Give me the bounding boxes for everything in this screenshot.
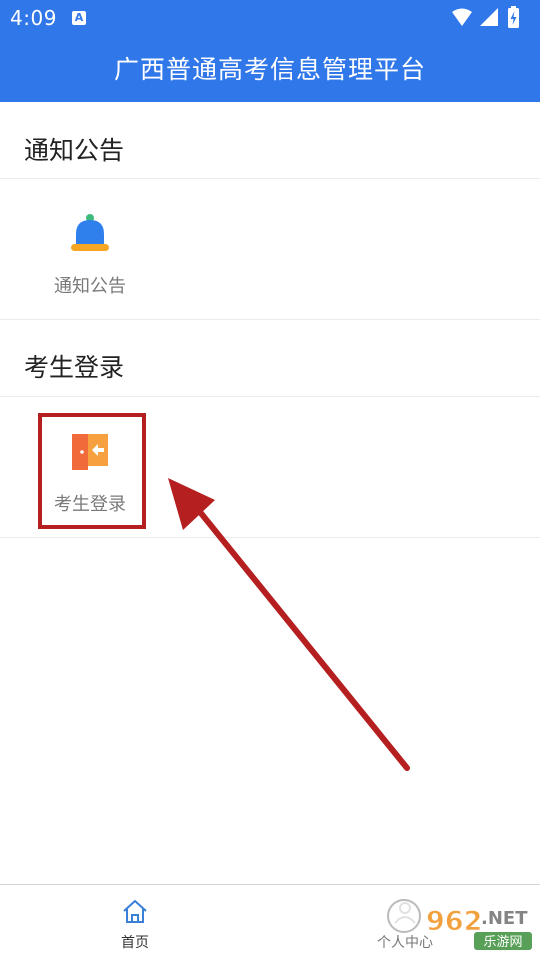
svg-text:乐游网: 乐游网: [483, 935, 522, 950]
notification-badge: A: [72, 11, 86, 25]
tile-label-notices: 通知公告: [54, 276, 126, 297]
app-header: 4:09 A 广西普通高考信息管理平台: [0, 0, 540, 102]
signal-icon: [480, 8, 498, 26]
watermark-logo: 962 .NET 乐游网: [387, 899, 532, 950]
status-icons: [452, 6, 519, 28]
bell-icon: [71, 214, 109, 251]
section-title-notices: 通知公告: [24, 136, 125, 165]
divider: [0, 178, 540, 179]
home-icon: [123, 900, 147, 923]
svg-text:962: 962: [426, 906, 482, 937]
divider: [0, 537, 540, 538]
divider: [0, 396, 540, 397]
annotation-highlight-box: [38, 413, 146, 529]
status-bar: 4:09 A: [0, 0, 540, 36]
app-title: 广西普通高考信息管理平台: [113, 55, 426, 84]
battery-charging-icon: [508, 6, 519, 28]
tile-notices[interactable]: 通知公告: [40, 208, 140, 300]
svg-text:.NET: .NET: [481, 908, 528, 929]
divider: [0, 319, 540, 320]
nav-label-home: 首页: [121, 935, 149, 951]
wifi-icon: [452, 8, 472, 26]
status-time: 4:09: [10, 6, 57, 30]
nav-item-home[interactable]: 首页: [75, 885, 195, 961]
section-title-login: 考生登录: [24, 353, 125, 382]
